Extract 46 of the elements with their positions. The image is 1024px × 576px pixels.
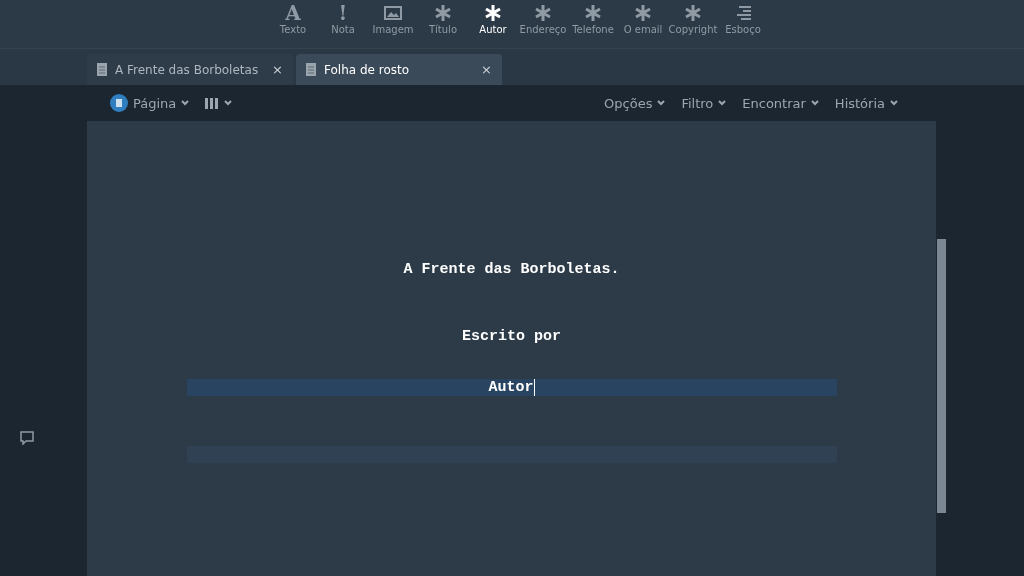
- toolbar-button[interactable]: Telefone: [568, 0, 618, 36]
- toolbar-button[interactable]: Autor: [468, 0, 518, 36]
- document-icon: [97, 63, 107, 76]
- menu-button[interactable]: Opções: [604, 95, 666, 111]
- page-menu[interactable]: Página: [110, 94, 190, 112]
- scrollbar-thumb[interactable]: [937, 239, 946, 513]
- tab-label: A Frente das Borboletas: [115, 62, 260, 77]
- chevron-icon: [810, 100, 819, 106]
- chevron-icon: [657, 100, 666, 106]
- tab[interactable]: Folha de rosto ×: [296, 54, 502, 85]
- close-icon[interactable]: ×: [272, 62, 283, 77]
- chevron-icon: [181, 100, 190, 106]
- toolbar-button[interactable]: Copyright: [668, 0, 718, 36]
- asterisk-icon: [684, 4, 702, 22]
- toolbar-button[interactable]: Esboço: [718, 0, 768, 36]
- asterisk-icon: [534, 4, 552, 22]
- close-icon[interactable]: ×: [481, 62, 492, 77]
- asterisk-icon: [484, 4, 502, 22]
- chevron-icon: [718, 100, 727, 106]
- chevron-icon: [890, 100, 898, 106]
- asterisk-icon: [634, 4, 652, 22]
- menu-button[interactable]: Encontrar: [742, 95, 819, 111]
- chevron-icon: [224, 100, 233, 106]
- tab[interactable]: A Frente das Borboletas ×: [87, 54, 293, 85]
- toolbar-button[interactable]: Título: [418, 0, 468, 36]
- page-icon: [110, 94, 128, 112]
- document-icon: [306, 63, 316, 76]
- outline-icon: [735, 5, 751, 21]
- tab-label: Folha de rosto: [324, 62, 411, 77]
- toolbar-button[interactable]: Imagem: [368, 0, 418, 36]
- asterisk-icon: [584, 4, 602, 22]
- columns-menu[interactable]: [205, 97, 233, 109]
- comment-icon[interactable]: [20, 431, 34, 445]
- toolbar-button[interactable]: O email: [618, 0, 668, 36]
- menu-button[interactable]: História: [834, 95, 898, 111]
- script-line[interactable]: A Frente das Borboletas.: [186, 261, 837, 278]
- toolbar-button[interactable]: A Texto: [268, 0, 318, 36]
- asterisk-icon: [434, 4, 452, 22]
- toolbar-button[interactable]: Endereço: [518, 0, 568, 36]
- columns-icon: [205, 97, 220, 109]
- exclamation-icon: !: [338, 2, 348, 24]
- image-icon: [384, 6, 402, 20]
- menu-button[interactable]: Filtro: [681, 95, 727, 111]
- toolbar-button[interactable]: ! Nota: [318, 0, 368, 36]
- letter-icon: A: [285, 2, 301, 24]
- script-line[interactable]: Escrito por: [186, 328, 837, 345]
